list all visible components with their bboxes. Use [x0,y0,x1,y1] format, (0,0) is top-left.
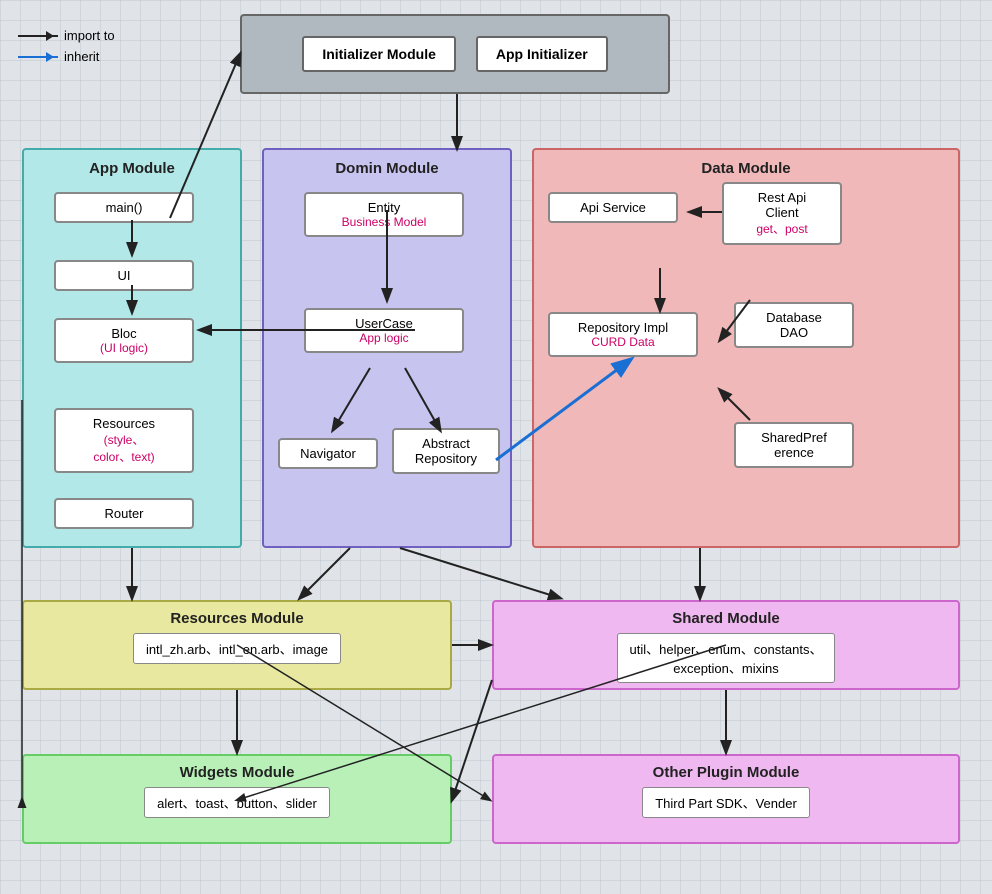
app-router-box: Router [54,498,194,529]
domain-module-title: Domin Module [264,160,510,177]
app-resources-box: Resources (style、 color、text) [54,408,194,473]
shared-module-content-wrap: util、helper、enum、constants、 exception、mi… [494,633,958,683]
resources-module: Resources Module intl_zh.arb、intl_en.arb… [22,600,452,690]
legend-import: import to [18,28,115,43]
initializer-title-box: Initializer Module [302,36,456,72]
initializer-title: Initializer Module [322,46,436,62]
other-content: Third Part SDK、Vender [655,796,797,811]
domain-navigator-label: Navigator [300,446,356,461]
app-bloc-sub: (UI logic) [66,341,182,355]
data-rest-api-sub: get、post [734,220,830,237]
shared-content: util、helper、enum、constants、 exception、mi… [630,642,823,676]
app-initializer-box: App Initializer [476,36,608,72]
inherit-label: inherit [64,49,99,64]
other-module-title: Other Plugin Module [494,764,958,781]
domain-navigator-box: Navigator [278,438,378,469]
resources-content-box: intl_zh.arb、intl_en.arb、image [133,633,341,664]
data-repo-impl-box: Repository Impl CURD Data [548,312,698,357]
app-ui-label: UI [118,268,131,283]
domain-entity-sub: Business Model [316,215,452,229]
resources-module-title: Resources Module [24,610,450,627]
domain-abstract-repo-box: Abstract Repository [392,428,500,474]
initializer-module: Initializer Module App Initializer [240,14,670,94]
domain-usercase-sub: App logic [316,331,452,345]
data-rest-api-box: Rest Api Client get、post [722,182,842,245]
widgets-module-content-wrap: alert、toast、button、slider [24,787,450,818]
widgets-module: Widgets Module alert、toast、button、slider [22,754,452,844]
other-plugin-module: Other Plugin Module Third Part SDK、Vende… [492,754,960,844]
shared-module: Shared Module util、helper、enum、constants… [492,600,960,690]
app-ui-box: UI [54,260,194,291]
data-shared-pref-label: SharedPref erence [761,430,827,460]
shared-content-box: util、helper、enum、constants、 exception、mi… [617,633,836,683]
app-initializer-label: App Initializer [496,46,588,62]
diagram-container: import to inherit Initializer Module App… [0,0,992,894]
data-rest-api-label: Rest Api Client [734,190,830,220]
data-database-box: Database DAO [734,302,854,348]
resources-module-content-wrap: intl_zh.arb、intl_en.arb、image [24,633,450,664]
other-content-box: Third Part SDK、Vender [642,787,810,818]
domain-entity-box: Entity Business Model [304,192,464,237]
widgets-content: alert、toast、button、slider [157,796,317,811]
app-resources-sub: (style、 color、text) [66,431,182,465]
app-main-label: main() [106,200,143,215]
data-module: Data Module Api Service Rest Api Client … [532,148,960,548]
app-module-title: App Module [24,160,240,177]
shared-module-title: Shared Module [494,610,958,627]
app-bloc-label: Bloc [66,326,182,341]
app-router-label: Router [104,506,143,521]
domain-abstract-repo-label: Abstract Repository [415,436,477,466]
data-api-service-label: Api Service [580,200,646,215]
data-api-service-box: Api Service [548,192,678,223]
legend-inherit: inherit [18,49,115,64]
import-arrow-icon [18,35,58,37]
domain-usercase-box: UserCase App logic [304,308,464,353]
resources-content: intl_zh.arb、intl_en.arb、image [146,642,328,657]
app-bloc-box: Bloc (UI logic) [54,318,194,363]
data-database-label: Database DAO [766,310,822,340]
domain-module: Domin Module Entity Business Model UserC… [262,148,512,548]
data-repo-impl-sub: CURD Data [560,335,686,349]
widgets-module-title: Widgets Module [24,764,450,781]
data-repo-impl-label: Repository Impl [560,320,686,335]
legend: import to inherit [18,28,115,70]
domain-entity-label: Entity [316,200,452,215]
app-module: App Module main() UI Bloc (UI logic) Res… [22,148,242,548]
widgets-content-box: alert、toast、button、slider [144,787,330,818]
data-shared-pref-box: SharedPref erence [734,422,854,468]
other-module-content-wrap: Third Part SDK、Vender [494,787,958,818]
data-module-title: Data Module [534,160,958,177]
app-resources-label: Resources [66,416,182,431]
inherit-arrow-icon [18,56,58,58]
app-main-box: main() [54,192,194,223]
import-label: import to [64,28,115,43]
domain-usercase-label: UserCase [316,316,452,331]
